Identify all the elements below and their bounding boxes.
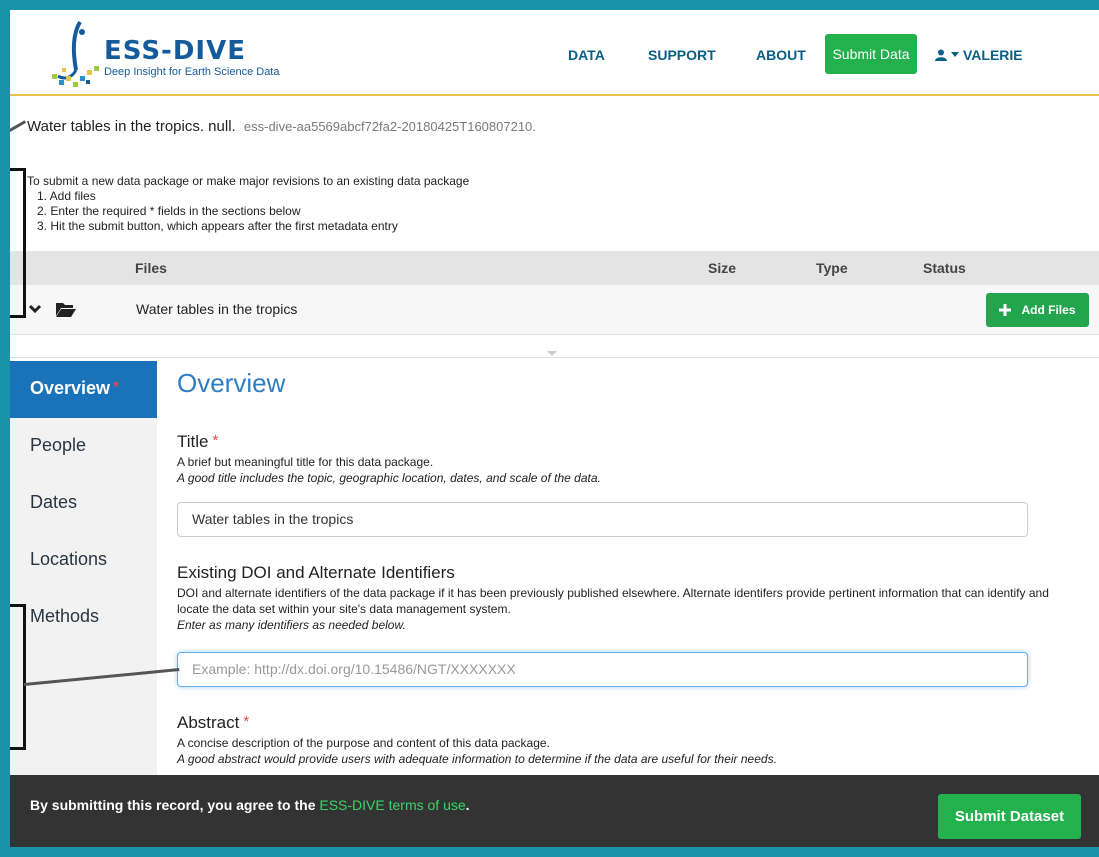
terms-text: By submitting this record, you agree to …	[30, 797, 470, 813]
submit-dataset-button[interactable]: Submit Dataset	[938, 794, 1081, 839]
required-mark: *	[113, 378, 119, 394]
col-files: Files	[135, 260, 167, 276]
sidebar-item-overview[interactable]: Overview *	[10, 361, 157, 418]
files-table-header: Files Size Type Status	[10, 251, 1099, 285]
abstract-help: A concise description of the purpose and…	[177, 735, 777, 767]
help-text-italic: A good title includes the topic, geograp…	[177, 471, 601, 485]
field-label-text: Abstract	[177, 713, 240, 732]
terms-of-use-link[interactable]: ESS-DIVE terms of use	[319, 797, 465, 813]
abstract-field-label: Abstract *	[177, 713, 249, 733]
submit-data-nav-button[interactable]: Submit Data	[825, 34, 917, 74]
files-table-row: Water tables in the tropics Add Files	[10, 285, 1099, 335]
annotation-connector	[7, 120, 27, 133]
add-files-label: Add Files	[1021, 303, 1076, 317]
chevron-down-icon[interactable]	[28, 299, 42, 319]
submission-instructions: To submit a new data package or make maj…	[27, 174, 469, 234]
sidebar-item-label: Overview	[30, 378, 111, 398]
doi-placeholder: Example: http://dx.doi.org/10.15486/NGT/…	[192, 661, 516, 677]
user-icon	[935, 49, 947, 61]
help-text: A brief but meaningful title for this da…	[177, 455, 434, 469]
required-mark: *	[212, 432, 219, 449]
nav-support[interactable]: SUPPORT	[648, 47, 716, 63]
help-text-italic: A good abstract would provide users with…	[177, 752, 777, 766]
terms-period: .	[465, 797, 470, 813]
instruction-step: 2. Enter the required * fields in the se…	[37, 204, 301, 218]
logo-tagline: Deep Insight for Earth Science Data	[104, 66, 280, 78]
sidebar-item-locations[interactable]: Locations	[10, 532, 157, 589]
help-text: A concise description of the purpose and…	[177, 736, 550, 750]
sidebar-item-label: Locations	[30, 549, 108, 569]
submit-footer: By submitting this record, you agree to …	[10, 775, 1099, 857]
nav-about[interactable]: ABOUT	[756, 47, 806, 63]
site-header: ESS-DIVE Deep Insight for Earth Science …	[10, 10, 1099, 96]
package-title-line: Water tables in the tropics. null. ess-d…	[27, 118, 536, 135]
sidebar-item-people[interactable]: People	[10, 418, 157, 475]
sidebar-item-methods[interactable]: Methods	[10, 589, 157, 646]
sidebar-item-dates[interactable]: Dates	[10, 475, 157, 532]
splitter-arrow-icon	[547, 351, 557, 356]
doi-field-label: Existing DOI and Alternate Identifiers	[177, 563, 455, 582]
panel-splitter[interactable]	[10, 350, 1099, 358]
required-mark: *	[243, 713, 250, 730]
sidebar-item-label: Methods	[30, 606, 100, 626]
logo-mark-icon	[52, 20, 99, 87]
title-input[interactable]: Water tables in the tropics	[177, 502, 1028, 537]
folder-open-icon	[56, 303, 76, 317]
col-status: Status	[923, 260, 966, 276]
doi-input[interactable]: Example: http://dx.doi.org/10.15486/NGT/…	[177, 652, 1028, 687]
section-heading: Overview	[177, 368, 286, 398]
field-label-text: Title	[177, 432, 209, 451]
add-files-button[interactable]: Add Files	[986, 293, 1089, 327]
window-frame-left	[0, 0, 10, 857]
title-field-label: Title *	[177, 432, 218, 452]
caret-down-icon	[951, 52, 959, 57]
help-text-italic: Enter as many identifiers as needed belo…	[177, 618, 406, 632]
terms-prefix: By submitting this record, you agree to …	[30, 797, 316, 813]
user-name: VALERIE	[963, 47, 1023, 63]
doi-help: DOI and alternate identifiers of the dat…	[177, 585, 1057, 633]
help-text: DOI and alternate identifiers of the dat…	[177, 586, 1049, 616]
package-id: ess-dive-aa5569abcf72fa2-20180425T160807…	[243, 119, 536, 134]
section-sidebar: Overview * People Dates Locations Methods	[10, 361, 157, 775]
col-type: Type	[816, 260, 848, 276]
instruction-step: 1. Add files	[37, 189, 96, 203]
file-package-name: Water tables in the tropics	[136, 301, 298, 317]
col-size: Size	[708, 260, 737, 276]
ess-dive-logo[interactable]: ESS-DIVE Deep Insight for Earth Science …	[50, 18, 300, 90]
logo-title: ESS-DIVE	[104, 36, 246, 66]
sidebar-item-label: People	[30, 435, 87, 455]
plus-icon	[999, 304, 1012, 316]
overview-form: Overview Title * A brief but meaningful t…	[177, 368, 1077, 766]
sidebar-item-label: Dates	[30, 492, 78, 512]
instructions-intro: To submit a new data package or make maj…	[27, 174, 470, 188]
user-menu[interactable]: VALERIE	[935, 47, 1023, 63]
package-title: Water tables in the tropics. null.	[27, 118, 236, 135]
instruction-step: 3. Hit the submit button, which appears …	[37, 219, 398, 233]
nav-data[interactable]: DATA	[568, 47, 605, 63]
title-help: A brief but meaningful title for this da…	[177, 454, 601, 486]
